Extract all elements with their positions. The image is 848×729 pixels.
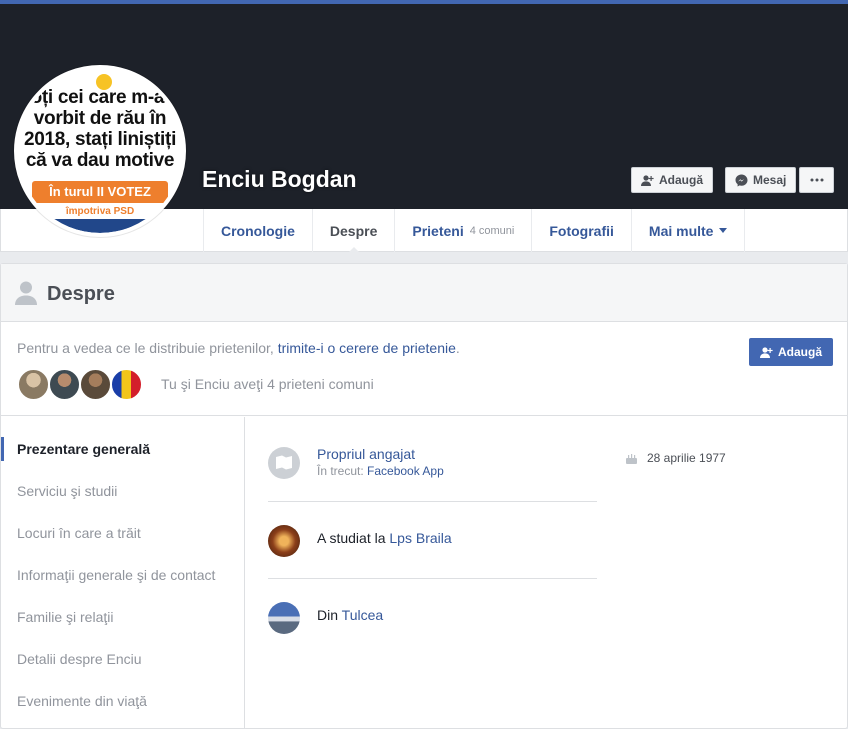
divider [268,501,597,502]
sidebar-item-contact-info[interactable]: Informaţii generale şi de contact [17,567,215,583]
messenger-icon [735,174,748,186]
sidebar-item-life-events[interactable]: Evenimente din viaţă [17,693,147,709]
overview-content: Propriul angajat În trecut: Facebook App… [245,417,847,729]
tab-timeline[interactable]: Cronologie [203,209,312,252]
work-past-label: În trecut: [317,464,364,478]
tab-more-label: Mai multe [648,222,714,239]
about-title: Despre [47,283,115,305]
work-title-link[interactable]: Propriul angajat [317,446,415,462]
add-friend-label: Adaugă [777,345,822,359]
birthday-item: 28 aprilie 1977 [625,451,726,465]
sidebar-item-places[interactable]: Locuri în care a trăit [17,525,141,541]
profile-picture-strip [18,219,182,233]
briefcase-icon [268,447,300,479]
mutual-friend-avatar[interactable] [79,368,112,401]
hometown-prefix: Din [317,607,339,623]
hometown-link[interactable]: Tulcea [342,607,384,623]
mutual-friend-avatar[interactable] [48,368,81,401]
birthday-cake-icon [626,453,637,464]
tab-timeline-label: Cronologie [221,222,295,239]
friend-request-text: Pentru a vedea ce le distribuie prieteni… [17,340,460,356]
profile-picture-subtext: împotriva PSD [65,206,135,217]
mutual-friends-avatars [17,368,143,401]
school-photo-icon[interactable] [268,525,300,557]
mutual-friend-avatar[interactable] [17,368,50,401]
tab-more[interactable]: Mai multe [630,209,746,252]
tab-friends-label: Prieteni [412,222,464,239]
city-photo-icon[interactable] [268,602,300,634]
sidebar-item-details[interactable]: Detalii despre Enciu [17,651,142,667]
chevron-down-icon [719,228,728,233]
profile-picture-image: toți cei care m-au vorbit de rău în 2018… [18,69,182,233]
profile-picture[interactable]: toți cei care m-au vorbit de rău în 2018… [14,65,186,237]
active-indicator [1,437,4,461]
friend-request-end: . [455,340,460,356]
about-panel: Despre Pentru a vedea ce le distribuie p… [0,263,848,729]
profile-name[interactable]: Enciu Bogdan [202,166,357,193]
add-friend-button[interactable]: Adaugă [631,167,714,193]
divider [268,578,597,579]
ellipsis-icon [810,178,823,182]
sidebar-item-family[interactable]: Familie şi relaţii [17,609,113,625]
tab-friends[interactable]: Prieteni 4 comuni [394,209,531,252]
tab-photos-label: Fotografii [549,222,614,239]
message-button[interactable]: Mesaj [725,167,797,193]
tab-about-label: Despre [329,222,378,239]
add-friend-icon [759,346,773,358]
school-link[interactable]: Lps Braila [389,530,451,546]
add-friend-icon [641,174,654,186]
add-friend-button-secondary[interactable]: Adaugă [748,338,833,366]
friend-request-prefix: Pentru a vedea ce le distribuie prieteni… [17,340,274,356]
message-label: Mesaj [753,173,787,187]
profile-picture-text: toți cei care m-au vorbit de rău în 2018… [23,87,177,171]
birthday-text: 28 aprilie 1977 [647,451,726,465]
send-friend-request-link[interactable]: trimite-i o cerere de prietenie [278,340,456,356]
tab-friends-count: 4 comuni [469,224,515,237]
tab-photos[interactable]: Fotografii [531,209,631,252]
person-icon [15,281,37,305]
mutual-friends-text[interactable]: Tu şi Enciu aveţi 4 prieteni comuni [161,376,374,392]
friend-request-section: Pentru a vedea ce le distribuie prieteni… [1,322,847,416]
study-prefix: A studiat la [317,530,386,546]
tab-about[interactable]: Despre [311,209,394,253]
work-past-link[interactable]: Facebook App [367,464,444,478]
sidebar-item-overview[interactable]: Prezentare generală [17,441,150,457]
about-header: Despre [1,264,847,322]
profile-tabs: Cronologie Despre Prieteni 4 comuni Fotog… [203,209,746,253]
more-options-button[interactable] [799,167,834,193]
about-sidebar: Prezentare generală Serviciu şi studii L… [1,417,245,729]
mutual-friend-avatar[interactable] [110,368,143,401]
profile-picture-banner: În turul II VOTEZ [32,181,168,203]
sidebar-item-work-education[interactable]: Serviciu şi studii [17,483,117,499]
add-friend-label: Adaugă [659,173,704,187]
